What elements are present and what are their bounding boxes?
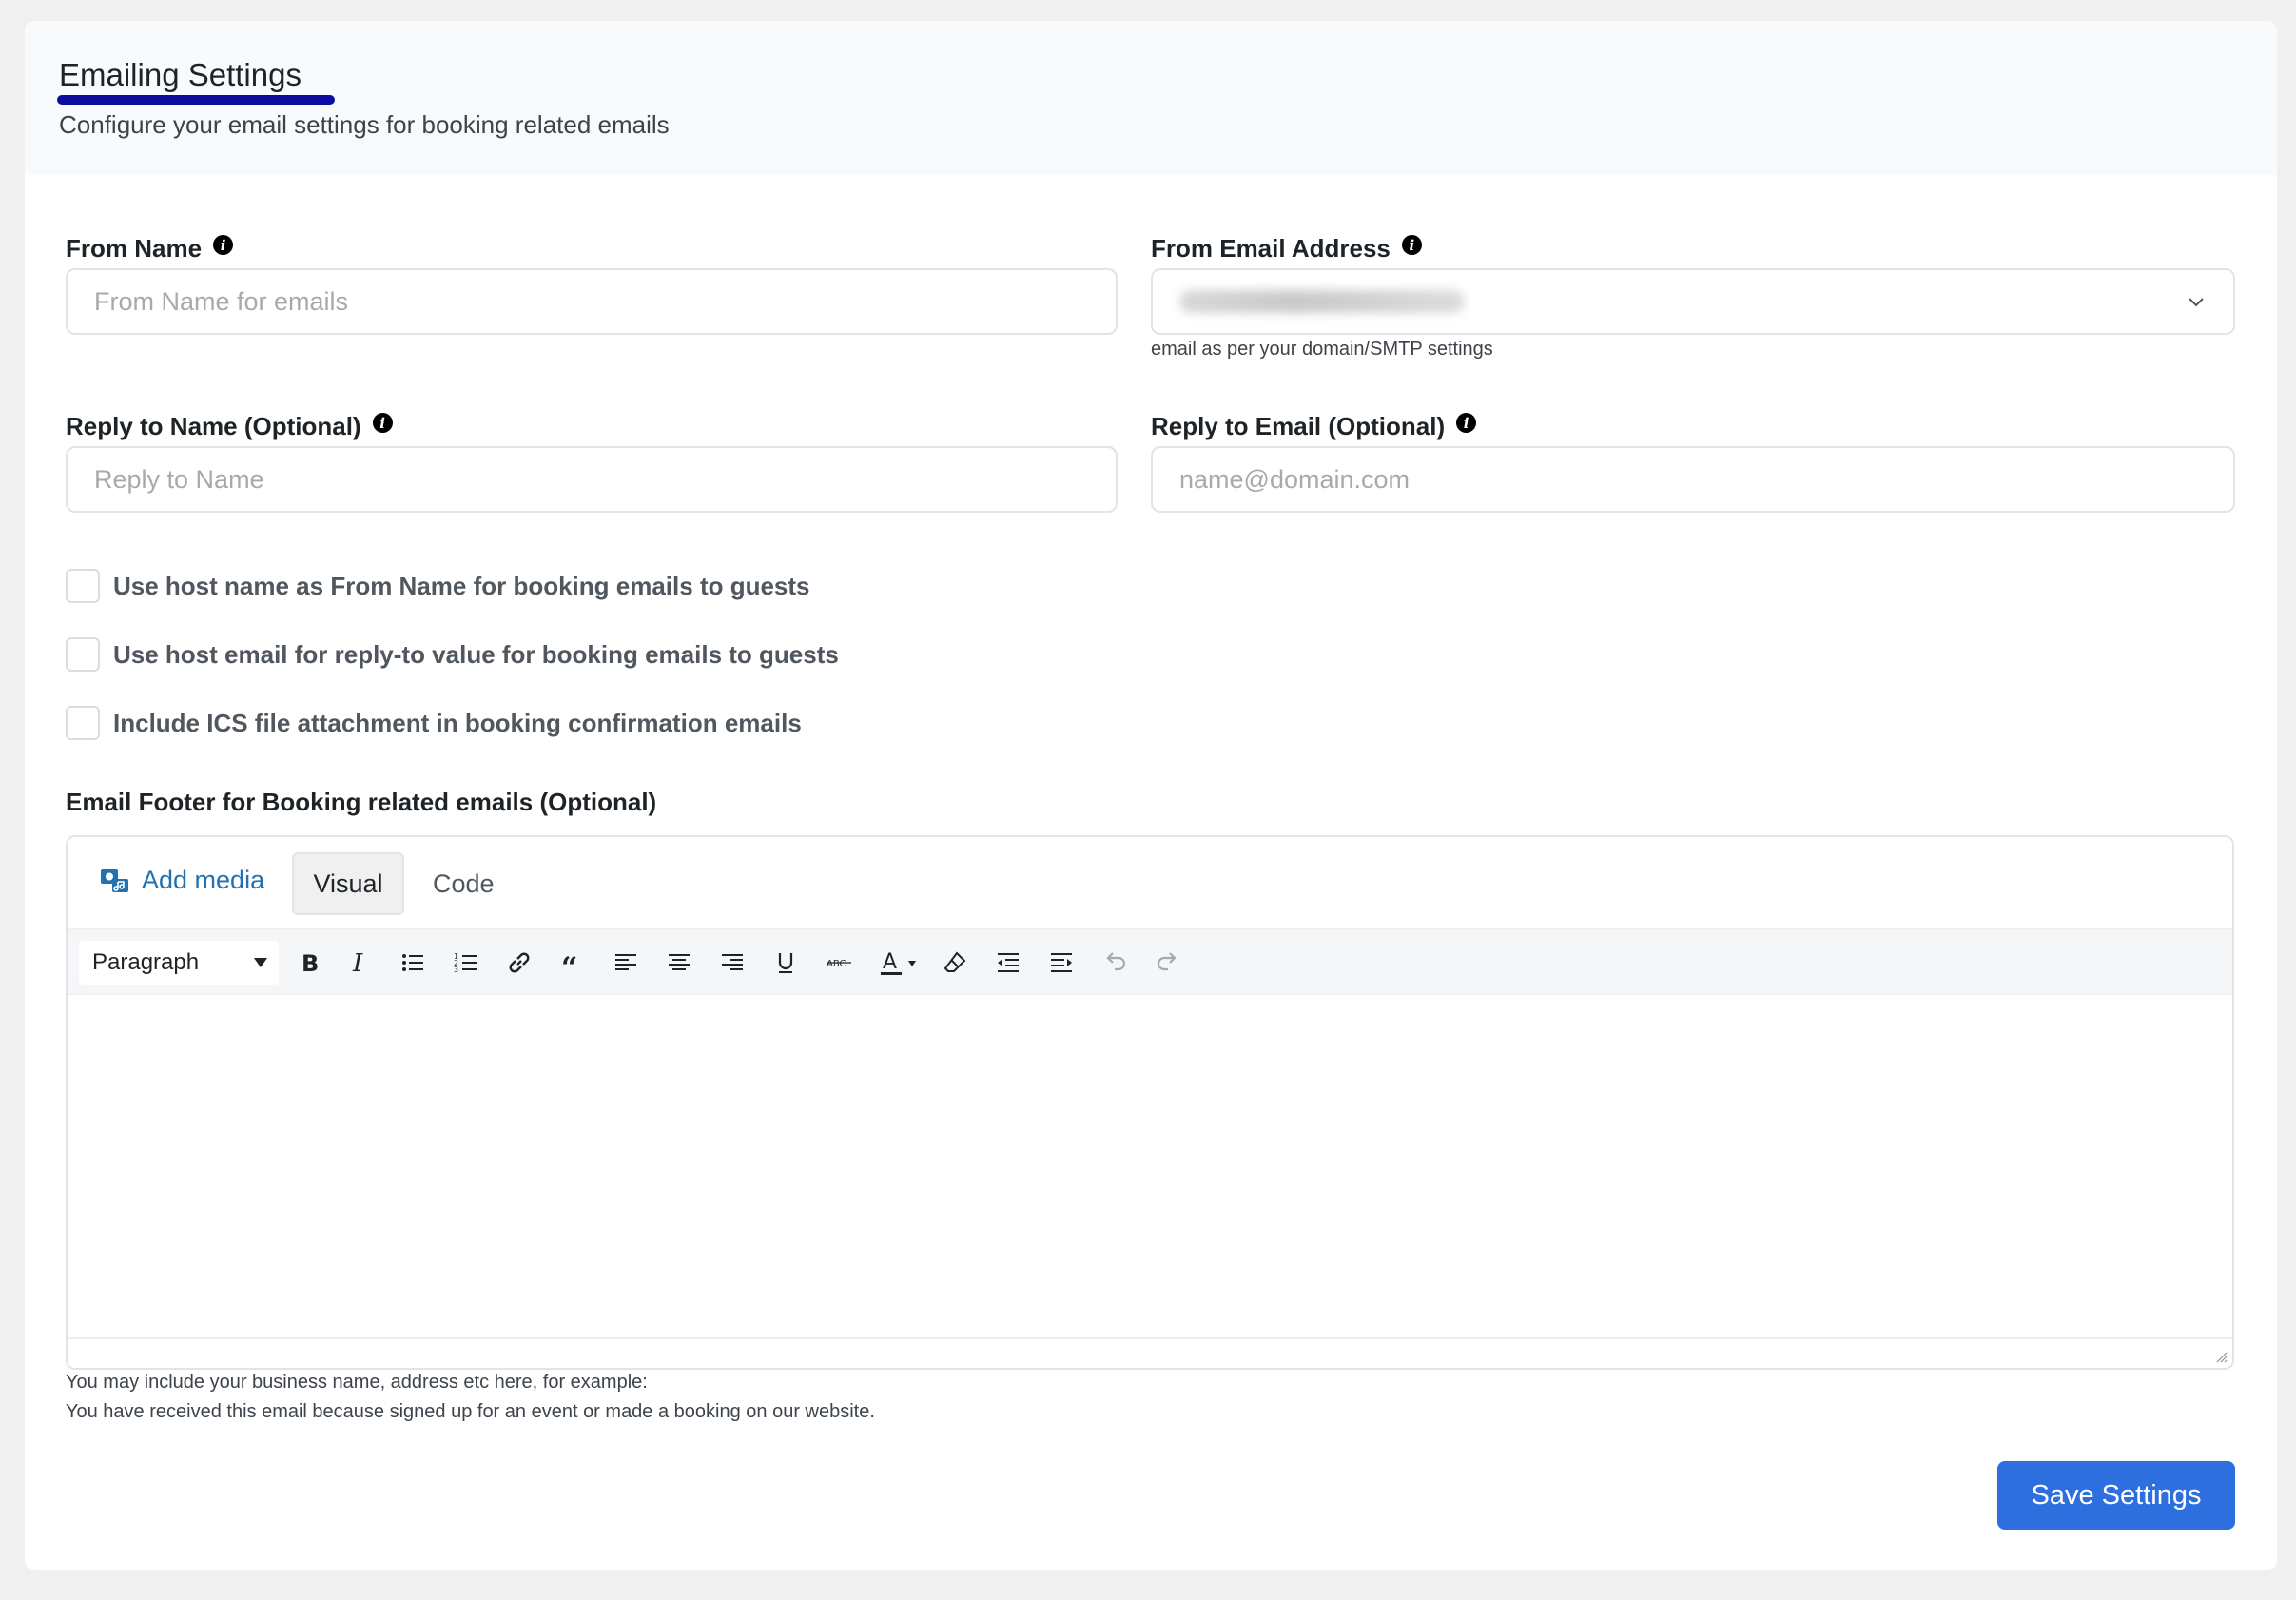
undo-icon	[1106, 952, 1126, 971]
reply-to-email-input[interactable]: name@domain.com	[1151, 446, 2235, 513]
indent-icon	[1051, 953, 1072, 972]
align-left-button[interactable]	[606, 943, 646, 983]
undo-button[interactable]	[1095, 943, 1135, 983]
align-right-button[interactable]	[712, 943, 752, 983]
from-email-label-text: From Email Address	[1151, 234, 1391, 263]
underline-button[interactable]	[766, 943, 806, 983]
svg-text:“: “	[561, 951, 577, 977]
tab-code[interactable]: Code	[418, 852, 510, 915]
settings-header: Emailing Settings Configure your email s…	[25, 21, 2277, 175]
editor-toolbar: Paragraph B I 1 2 3 “ ABC A	[68, 928, 2232, 995]
text-color-icon: A	[881, 950, 916, 975]
clear-formatting-icon	[944, 951, 966, 972]
clear-formatting-button[interactable]	[935, 943, 975, 983]
reply-to-name-placeholder: Reply to Name	[94, 464, 264, 494]
title-underline	[57, 95, 335, 105]
info-icon[interactable]: i	[213, 235, 234, 255]
from-name-label-text: From Name	[66, 234, 203, 263]
bullet-list-button[interactable]	[393, 943, 433, 983]
svg-text:A: A	[883, 950, 897, 974]
add-media-button[interactable]: Add media	[100, 866, 264, 895]
settings-card: Emailing Settings Configure your email s…	[25, 21, 2277, 1570]
checkbox-host-name[interactable]: Use host name as From Name for booking e…	[66, 569, 810, 603]
svg-text:3: 3	[454, 966, 458, 974]
svg-text:B: B	[302, 950, 319, 977]
indent-button[interactable]	[1041, 943, 1081, 983]
bold-icon: B	[302, 950, 319, 977]
reply-to-email-label: Reply to Email (Optional) i	[1151, 412, 1477, 441]
italic-button[interactable]: I	[340, 943, 379, 983]
format-select[interactable]: Paragraph	[79, 941, 279, 985]
numbered-list-button[interactable]: 1 2 3	[446, 943, 486, 983]
page-subtitle: Configure your email settings for bookin…	[59, 110, 670, 139]
strikethrough-button[interactable]: ABC	[819, 943, 859, 983]
link-icon	[509, 952, 530, 973]
email-footer-editor: Add media Visual Code Paragraph B I 1 2 …	[66, 835, 2234, 1370]
page-title: Emailing Settings	[59, 57, 302, 92]
footer-hint-line-1: You may include your business name, addr…	[66, 1372, 648, 1393]
italic-icon: I	[352, 949, 363, 977]
align-left-icon	[615, 954, 636, 970]
info-icon[interactable]: i	[1456, 413, 1477, 433]
reply-to-name-input[interactable]: Reply to Name	[66, 446, 1118, 513]
reply-to-name-label: Reply to Name (Optional) i	[66, 412, 393, 441]
numbered-list-icon: 1 2 3	[454, 952, 477, 974]
tab-visual[interactable]: Visual	[292, 852, 404, 915]
redo-icon	[1157, 952, 1177, 971]
checkbox-host-email[interactable]: Use host email for reply-to value for bo…	[66, 637, 839, 672]
align-center-button[interactable]	[659, 943, 699, 983]
underline-icon	[778, 953, 793, 973]
outdent-icon	[998, 953, 1019, 972]
link-button[interactable]	[499, 943, 539, 983]
editor-statusbar	[68, 1337, 2232, 1368]
footer-hint-line-2: You have received this email because sig…	[66, 1401, 875, 1422]
checkbox-label: Include ICS file attachment in booking c…	[113, 708, 802, 737]
editor-content-area[interactable]	[68, 995, 2232, 1339]
add-media-label: Add media	[142, 866, 265, 894]
editor-tabs: Add media Visual Code	[68, 837, 2232, 928]
from-name-input[interactable]: From Name for emails	[66, 268, 1118, 335]
text-color-button[interactable]: A	[872, 943, 925, 983]
checkbox-ics-attachment[interactable]: Include ICS file attachment in booking c…	[66, 706, 802, 740]
info-icon[interactable]: i	[1401, 235, 1422, 255]
info-icon[interactable]: i	[372, 413, 393, 433]
svg-text:ABC: ABC	[827, 959, 846, 969]
from-name-label: From Name i	[66, 234, 234, 263]
from-email-select[interactable]	[1151, 268, 2235, 335]
svg-text:I: I	[352, 949, 363, 977]
resize-handle-icon[interactable]	[2211, 1347, 2228, 1364]
from-name-placeholder: From Name for emails	[94, 286, 349, 316]
email-footer-label: Email Footer for Booking related emails …	[66, 788, 656, 817]
checkbox[interactable]	[66, 706, 100, 740]
align-center-icon	[669, 954, 690, 970]
save-settings-button[interactable]: Save Settings	[1997, 1461, 2235, 1530]
format-select-value: Paragraph	[92, 949, 200, 975]
checkbox-label: Use host email for reply-to value for bo…	[113, 639, 839, 669]
from-email-label: From Email Address i	[1151, 234, 1422, 263]
strikethrough-icon: ABC	[827, 959, 851, 969]
caret-down-icon	[254, 958, 267, 967]
reply-to-email-label-text: Reply to Email (Optional)	[1151, 412, 1446, 440]
from-email-value-redacted	[1179, 290, 1465, 313]
blockquote-icon: “	[561, 951, 577, 977]
add-media-icon	[101, 868, 128, 892]
outdent-button[interactable]	[988, 943, 1028, 983]
bold-button[interactable]: B	[288, 943, 328, 983]
email-footer-label-text: Email Footer for Booking related emails …	[66, 788, 657, 816]
checkbox[interactable]	[66, 637, 100, 672]
chevron-down-icon	[2189, 298, 2204, 307]
blockquote-button[interactable]: “	[553, 943, 593, 983]
redo-button[interactable]	[1148, 943, 1188, 983]
from-email-helper: email as per your domain/SMTP settings	[1151, 339, 1493, 360]
checkbox[interactable]	[66, 569, 100, 603]
align-right-icon	[722, 954, 743, 970]
checkbox-label: Use host name as From Name for booking e…	[113, 571, 810, 600]
reply-to-name-label-text: Reply to Name (Optional)	[66, 412, 361, 440]
reply-to-email-placeholder: name@domain.com	[1179, 464, 1411, 494]
bullet-list-icon	[402, 954, 423, 971]
